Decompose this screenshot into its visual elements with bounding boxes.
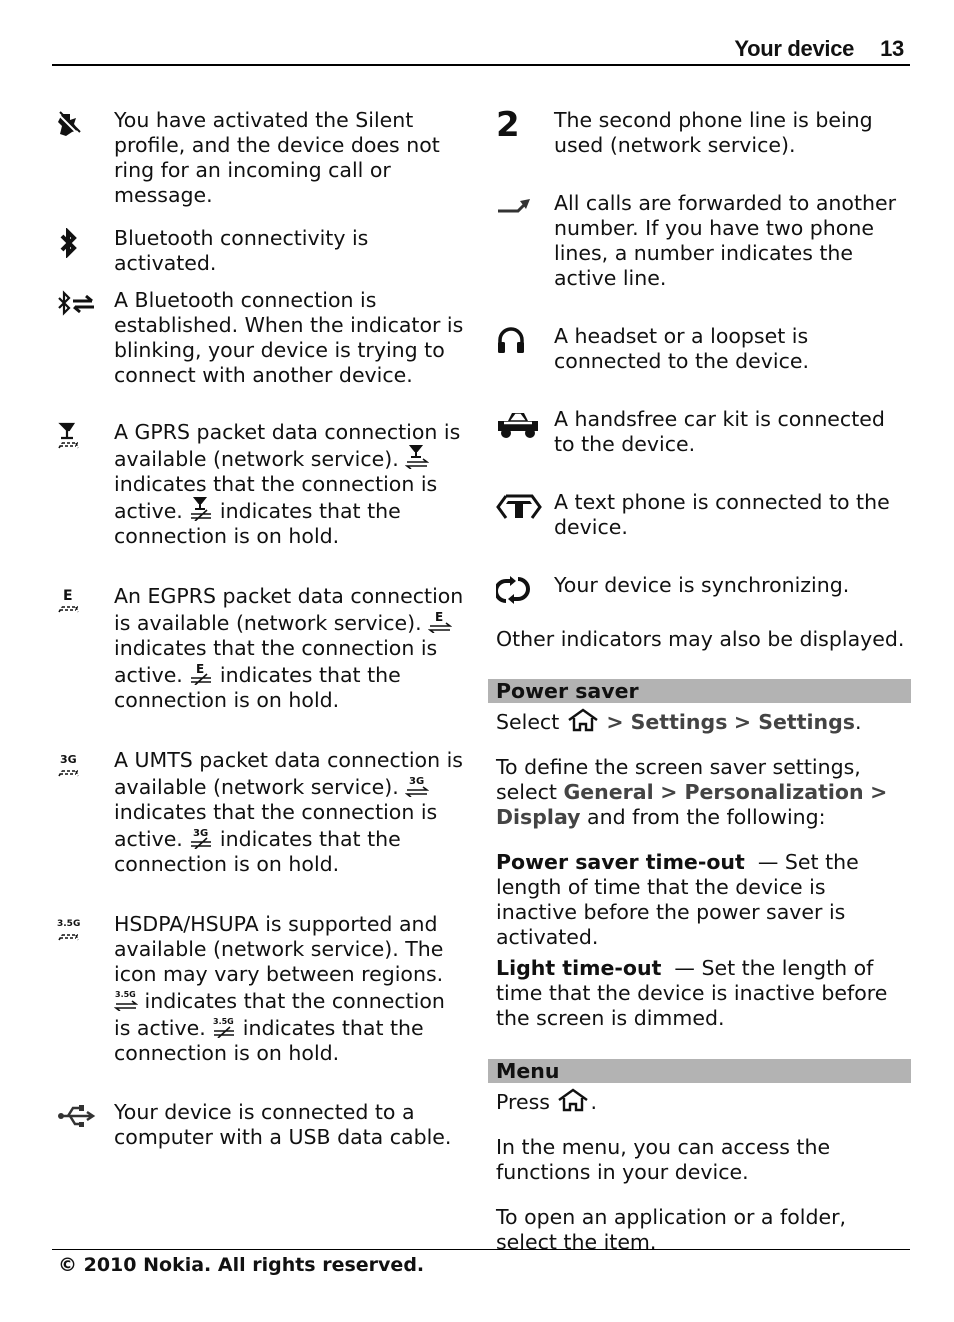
- svg-text:3G: 3G: [193, 828, 208, 839]
- indicator-sync: Your device is synchronizing.: [496, 573, 911, 627]
- power-saver-select-path: Select > Settings > Settings.: [496, 708, 862, 734]
- bluetooth-connection-icon: [56, 290, 100, 320]
- indicator-car-kit: A handsfree car kit is connected to the …: [496, 407, 911, 490]
- other-indicators-note: Other indicators may also be displayed.: [496, 627, 905, 651]
- menu-path-settings-1[interactable]: > Settings: [606, 710, 727, 734]
- indicator-headset: A headset or a loopset is connected to t…: [496, 324, 911, 407]
- silent-profile-icon: [56, 110, 100, 140]
- indicator-hsdpa: 3.5G HSDPA/HSUPA is supported and availa…: [56, 912, 445, 1065]
- umts-icon: 3G: [56, 750, 100, 780]
- bluetooth-icon: [56, 228, 100, 258]
- section-heading-power-saver: Power saver: [488, 679, 911, 703]
- indicator-umts: 3G A UMTS packet data connection is avai…: [56, 748, 466, 912]
- indicator-silent: You have activated the Silent profile, a…: [56, 108, 466, 226]
- indicator-gprs: A GPRS packet data connection is availab…: [56, 420, 466, 584]
- copyright-notice: © 2010 Nokia. All rights reserved.: [58, 1254, 425, 1276]
- egprs-hold-icon: E: [189, 661, 213, 685]
- sync-icon: [496, 575, 540, 605]
- car-kit-icon: [496, 409, 540, 439]
- home-icon: [566, 708, 600, 732]
- indicator-call-forward: All calls are forwarded to another numbe…: [496, 191, 911, 324]
- page-header: Your device 13: [52, 28, 910, 66]
- home-icon: [556, 1088, 590, 1112]
- call-forward-icon: [496, 193, 540, 223]
- left-column: You have activated the Silent profile, a…: [56, 108, 466, 1150]
- second-line-icon: 2: [496, 105, 520, 145]
- svg-text:3G: 3G: [409, 776, 424, 787]
- svg-text:E: E: [63, 588, 73, 604]
- umts-active-icon: 3G: [405, 773, 430, 797]
- page-number: 13: [880, 36, 904, 61]
- hsdpa-active-icon: 3.5G: [114, 987, 138, 1011]
- usb-icon: [56, 1102, 100, 1132]
- svg-text:3.5G: 3.5G: [213, 1017, 234, 1026]
- indicator-text-phone: A text phone is connected to the device.: [496, 490, 911, 573]
- indicator-second-line: 2 The second phone line is being used (n…: [496, 105, 873, 157]
- menu-press-instruction: Press .: [496, 1088, 598, 1114]
- option-light-timeout: Light time-out — Set the length of time …: [496, 956, 888, 1030]
- gprs-icon: [56, 422, 100, 452]
- headset-icon: [496, 326, 540, 356]
- hsdpa-hold-icon: 3.5G: [212, 1014, 236, 1038]
- svg-text:E: E: [435, 610, 443, 624]
- indicator-usb: Your device is connected to a computer w…: [56, 1100, 466, 1150]
- menu-path-general[interactable]: General: [563, 780, 653, 804]
- hsdpa-icon: 3.5G: [56, 914, 100, 944]
- gprs-hold-icon: [189, 497, 213, 521]
- option-power-saver-timeout: Power saver time-out — Set the length of…: [496, 850, 859, 949]
- svg-text:3.5G: 3.5G: [57, 919, 80, 929]
- section-title: Your device: [734, 36, 855, 61]
- power-saver-intro: To define the screen saver settings, sel…: [496, 755, 888, 829]
- menu-open-instruction: To open an application or a folder, sele…: [496, 1205, 847, 1254]
- right-column: 2 The second phone line is being used (n…: [488, 105, 911, 1255]
- egprs-icon: E: [56, 586, 100, 616]
- indicator-bluetooth: Bluetooth connectivity is activated.: [56, 226, 466, 288]
- page-footer: © 2010 Nokia. All rights reserved.: [52, 1249, 910, 1276]
- section-heading-menu: Menu: [488, 1059, 911, 1083]
- text-phone-icon: [496, 492, 542, 522]
- indicator-bluetooth-connection: A Bluetooth connection is established. W…: [56, 288, 466, 420]
- svg-text:3.5G: 3.5G: [115, 990, 136, 999]
- indicator-egprs: E An EGPRS packet data connection is ava…: [56, 584, 466, 748]
- svg-text:E: E: [196, 662, 204, 676]
- menu-description: In the menu, you can access the function…: [496, 1135, 831, 1184]
- svg-text:3G: 3G: [60, 753, 77, 766]
- gprs-active-icon: [405, 445, 430, 469]
- umts-hold-icon: 3G: [189, 825, 213, 849]
- menu-path-settings-2[interactable]: > Settings: [734, 710, 855, 734]
- egprs-active-icon: E: [428, 609, 453, 633]
- menu-path-personalization[interactable]: > Personalization: [660, 780, 863, 804]
